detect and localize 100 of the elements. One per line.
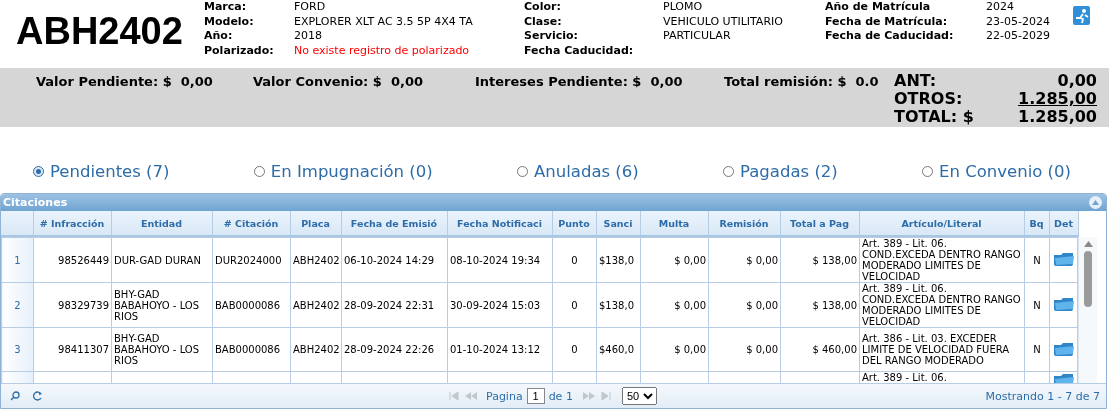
field-value: 23-05-2024 (986, 14, 1050, 29)
table-cell: 01-10-2024 13:12 (450, 344, 541, 355)
exit-person-icon[interactable] (1072, 5, 1092, 27)
total-label: TOTAL: $ (894, 108, 974, 126)
total-label: OTROS: (894, 90, 964, 108)
collapse-button[interactable] (1089, 196, 1102, 209)
status-radio-tab[interactable]: Pendientes (7) (33, 160, 170, 182)
table-cell: $ 0,00 (674, 254, 706, 266)
records-status: Mostrando 1 - 7 de 7 (985, 389, 1100, 403)
field-label: Año: (204, 29, 233, 44)
field-label: Polarizado: (204, 43, 274, 58)
row-number: 1 (14, 254, 21, 266)
page-size-select[interactable]: 50 (621, 387, 657, 405)
table-cell: $460,0 (599, 344, 634, 355)
scrollbar-thumb[interactable] (1084, 251, 1092, 307)
column-header[interactable]: Bq (1024, 211, 1049, 236)
field-label: Año de Matrícula (825, 0, 931, 15)
row-number: 3 (14, 344, 21, 355)
table-cell: $ 138,00 (812, 254, 857, 266)
table-cell: ABH2402 (293, 344, 340, 355)
table-cell: BHY-GAD BABAHOYO - LOS RIOS (114, 333, 200, 366)
table-cell: $ 0,00 (674, 344, 706, 355)
field-label: Marca: (204, 0, 247, 15)
field-value: EXPLORER XLT AC 3.5 5P 4X4 TA (294, 14, 473, 29)
page-input[interactable]: 1 (526, 388, 545, 404)
table-cell: DUR2024000 (215, 254, 282, 266)
total-value: 1.285,00 (1018, 108, 1097, 126)
column-header[interactable]: Sanci (596, 211, 640, 236)
table-cell: N (1033, 254, 1041, 266)
table-cell: 98411307 (58, 344, 109, 355)
table-cell: 0 (571, 344, 578, 355)
column-header[interactable]: Artículo/Literal (859, 211, 1024, 236)
radio-icon[interactable] (253, 165, 265, 177)
table-cell: Art. 389 - Lit. 06. COND.EXCEDA DENTRO RANGO MODERADO LIMITES DE VELOCIDAD (862, 283, 1021, 327)
field-label: Modelo: (204, 14, 254, 29)
field-label: Fecha Caducidad: (524, 43, 634, 58)
total-value: 1.285,00 (1018, 90, 1097, 108)
page-label: Pagina (486, 389, 523, 403)
field-value: 2018 (294, 29, 322, 44)
table-cell: BHY-GAD BABAHOYO - LOS RIOS (114, 288, 200, 322)
column-header[interactable]: Entidad (111, 211, 212, 236)
scroll-up-arrow-icon[interactable] (1083, 241, 1093, 247)
column-header[interactable]: Remisión (708, 211, 780, 236)
field-value: PARTICULAR (663, 29, 731, 44)
column-header[interactable]: Multa (640, 211, 708, 236)
column-header[interactable]: Det (1049, 211, 1078, 236)
column-header[interactable]: Fecha Notificaci (447, 211, 552, 236)
table-cell: 30-09-2024 15:03 (450, 299, 541, 311)
field-value: 22-05-2029 (986, 29, 1050, 44)
field-value: FORD (294, 0, 326, 15)
table-cell: DUR-GAD DURAN (114, 254, 201, 266)
radio-icon[interactable] (723, 165, 735, 177)
total-value: 0,00 (1057, 72, 1097, 90)
table-cell: 0 (571, 254, 578, 266)
table-cell: 06-10-2024 14:29 (344, 254, 435, 266)
field-value: 2024 (986, 0, 1014, 15)
search-icon[interactable] (10, 391, 20, 401)
folder-icon[interactable] (1052, 251, 1075, 267)
table-cell: $ 0,00 (746, 299, 778, 311)
table-cell: BAB0000086 (215, 344, 281, 355)
table-cell: 98526449 (58, 254, 109, 266)
table-cell: BAB0000086 (215, 299, 281, 311)
summary-amount: Total remisión: $ 0.0 (724, 73, 880, 89)
table-cell: 28-09-2024 22:26 (344, 344, 435, 355)
radio-icon[interactable] (517, 165, 528, 177)
up-arrow-icon (1092, 200, 1099, 205)
radio-icon[interactable] (33, 165, 44, 177)
column-header[interactable]: Total a Pag (780, 211, 859, 236)
table-cell: N (1033, 299, 1041, 311)
status-radio-tab[interactable]: Anuladas (6) (517, 160, 639, 182)
table-cell: 0 (571, 299, 578, 311)
field-label: Fecha de Matrícula: (825, 14, 948, 29)
row-number: 2 (14, 299, 21, 311)
status-radio-tab[interactable]: En Impugnación (0) (253, 160, 433, 182)
column-header[interactable]: Punto (552, 211, 596, 236)
column-header[interactable]: # Infracción (33, 211, 111, 236)
table-cell: 98329739 (58, 299, 109, 311)
column-header[interactable]: # Citación (212, 211, 290, 236)
table-cell: Art. 386 - Lit. 03. EXCEDER LIMITE DE VELOCIDAD FUERA DEL RANGO MODERADO (862, 333, 1010, 366)
scrollbar[interactable] (1078, 237, 1097, 383)
field-label: Fecha de Caducidad: (825, 29, 954, 44)
radio-icon[interactable] (922, 165, 934, 177)
column-header[interactable]: Fecha de Emisió (341, 211, 447, 236)
folder-icon[interactable] (1052, 296, 1075, 312)
table-cell: $ 0,00 (746, 254, 778, 266)
table-cell: 08-10-2024 19:34 (450, 254, 541, 266)
folder-icon[interactable] (1052, 340, 1075, 357)
table-cell: 28-09-2024 22:31 (344, 299, 435, 311)
refresh-icon[interactable] (33, 391, 43, 401)
status-radio-tab[interactable]: En Convenio (0) (922, 160, 1071, 182)
table-cell: Art. 389 - Lit. 06. (862, 372, 947, 383)
status-radio-tab[interactable]: Pagadas (2) (723, 160, 838, 182)
column-header[interactable]: Placa (290, 211, 341, 236)
table-cell: Art. 389 - Lit. 06. COND.EXCEDA DENTRO RANGO MODERADO LIMITES DE VELOCIDAD (862, 238, 1021, 282)
total-label: ANT: (894, 72, 938, 90)
table-cell: ABH2402 (293, 299, 340, 311)
table-cell: $ 460,00 (812, 344, 857, 355)
grid-title: Citaciones (3, 196, 68, 209)
field-label: Clase: (524, 14, 562, 29)
table-cell: $ 138,00 (812, 299, 857, 311)
